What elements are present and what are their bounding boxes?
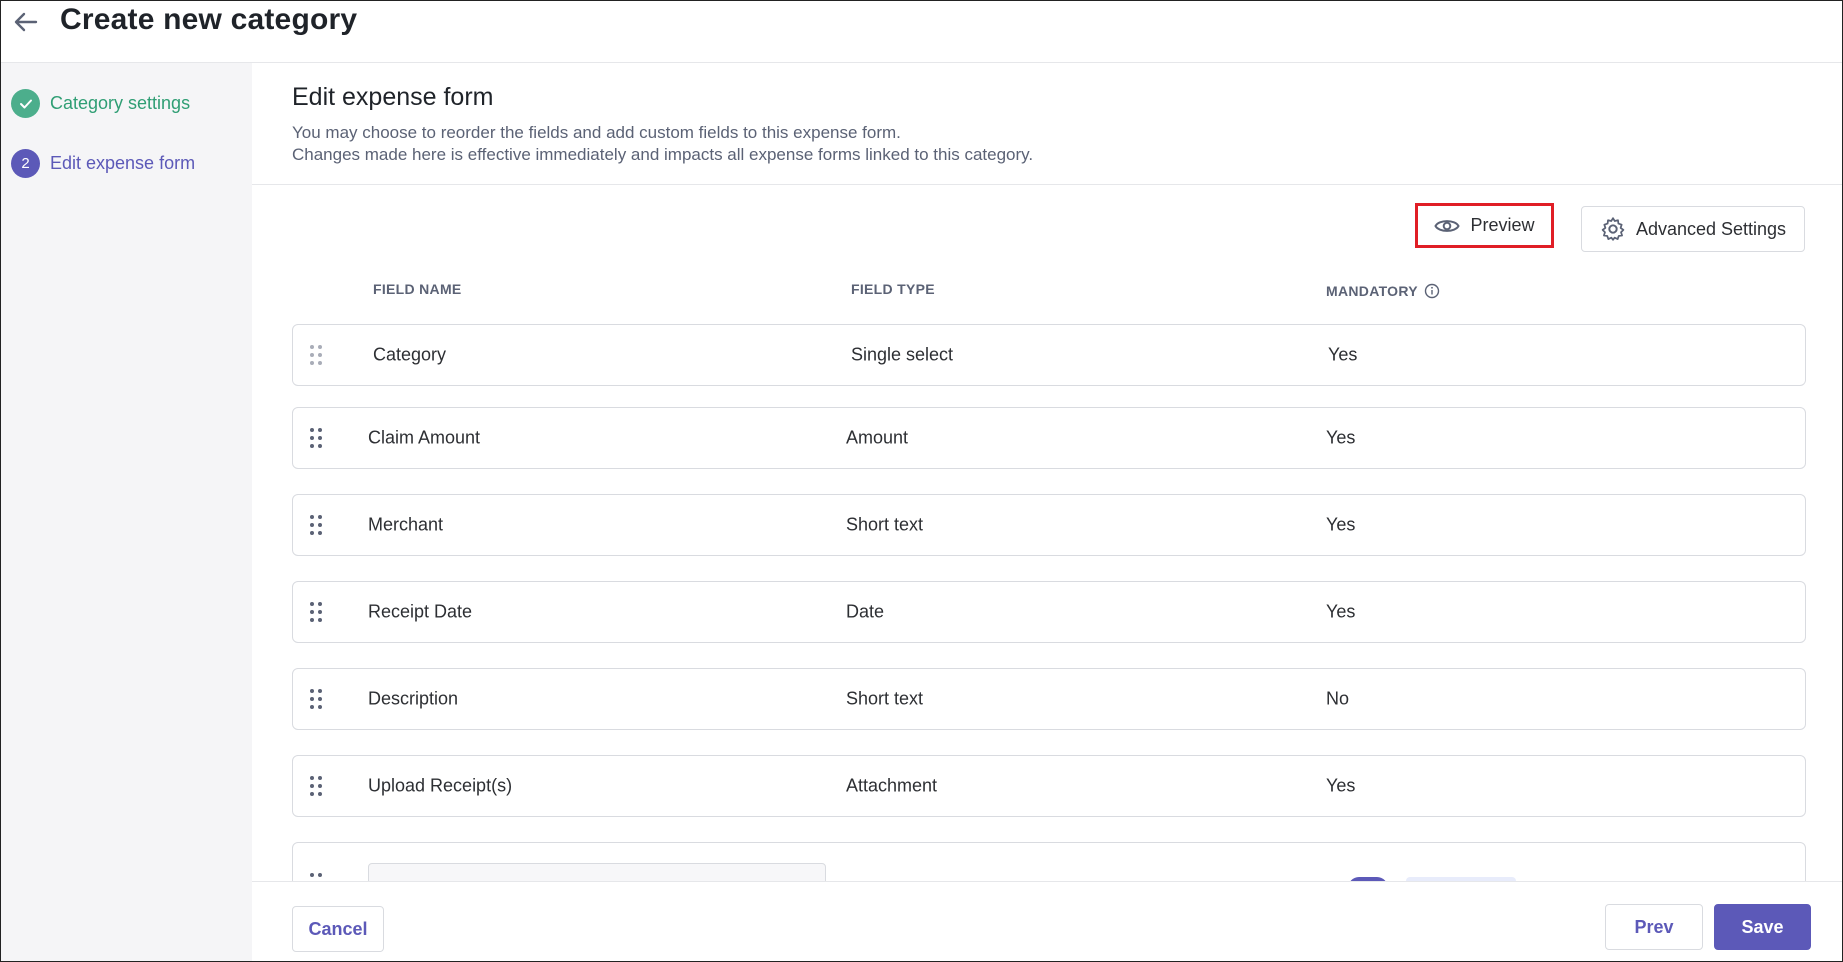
check-icon — [11, 89, 40, 118]
info-icon[interactable] — [1424, 283, 1440, 299]
column-header-mandatory: MANDATORY — [1326, 283, 1440, 299]
back-arrow-icon[interactable] — [13, 9, 39, 35]
field-type: Single select — [851, 344, 954, 365]
field-type: Amount — [846, 427, 909, 448]
prev-button[interactable]: Prev — [1605, 904, 1703, 950]
field-type: Date — [846, 601, 885, 622]
step-label: Category settings — [50, 93, 191, 113]
field-mandatory: Yes — [1326, 775, 1356, 796]
drag-handle-icon[interactable] — [309, 775, 323, 797]
gear-icon — [1601, 217, 1625, 241]
cancel-button[interactable]: Cancel — [292, 906, 384, 952]
form-header: Edit expense form You may choose to reor… — [252, 63, 1842, 185]
page-title: Create new category — [60, 3, 358, 36]
field-type: Short text — [846, 688, 924, 709]
stepper-sidebar: Category settings 2 Edit expense form — [1, 63, 252, 961]
mandatory-header-label: MANDATORY — [1326, 283, 1418, 299]
drag-handle-icon[interactable] — [309, 427, 323, 449]
main-content: Edit expense form You may choose to reor… — [252, 63, 1842, 961]
drag-handle-icon[interactable] — [309, 514, 323, 536]
preview-button[interactable]: Preview — [1415, 203, 1554, 248]
field-name: Claim Amount — [368, 427, 481, 448]
step-edit-expense-form[interactable]: 2 Edit expense form — [11, 149, 195, 178]
table-row[interactable]: Description Short text No — [292, 668, 1806, 730]
drag-handle-icon[interactable] — [309, 688, 323, 710]
table-row[interactable]: Claim Amount Amount Yes — [292, 407, 1806, 469]
field-mandatory: Yes — [1326, 601, 1356, 622]
description-line-2: Changes made here is effective immediate… — [292, 145, 1034, 164]
step-number-badge: 2 — [11, 149, 40, 178]
back-arrow-icon-svg — [14, 12, 38, 32]
section-title: Edit expense form — [292, 83, 494, 111]
table-row[interactable]: Merchant Short text Yes — [292, 494, 1806, 556]
column-header-field-type: FIELD TYPE — [851, 281, 935, 297]
eye-icon — [1434, 219, 1461, 232]
step-label: Edit expense form — [50, 153, 196, 173]
field-mandatory: Yes — [1326, 514, 1356, 535]
advanced-settings-button[interactable]: Advanced Settings — [1581, 206, 1805, 252]
table-row[interactable]: Upload Receipt(s) Attachment Yes — [292, 755, 1806, 817]
field-name: Merchant — [368, 514, 444, 535]
section-description: You may choose to reorder the fields and… — [292, 122, 1033, 166]
drag-handle-icon[interactable] — [309, 601, 323, 623]
field-name: Description — [368, 688, 459, 709]
page-header: Create new category — [1, 1, 1842, 63]
step-category-settings[interactable]: Category settings — [11, 89, 190, 118]
preview-label: Preview — [1470, 215, 1535, 235]
drag-handle-icon[interactable] — [309, 344, 323, 366]
save-button[interactable]: Save — [1714, 904, 1811, 950]
table-row: Category Single select Yes — [292, 324, 1806, 386]
column-header-field-name: FIELD NAME — [373, 281, 462, 297]
field-type: Attachment — [846, 775, 938, 796]
field-name: Category — [373, 344, 447, 365]
app-window: Create new category Category settings 2 … — [0, 0, 1843, 962]
field-mandatory: No — [1326, 688, 1350, 709]
field-name: Receipt Date — [368, 601, 473, 622]
field-type: Short text — [846, 514, 924, 535]
field-name: Upload Receipt(s) — [368, 775, 513, 796]
field-mandatory: Yes — [1328, 344, 1358, 365]
advanced-settings-label: Advanced Settings — [1635, 218, 1787, 239]
field-mandatory: Yes — [1326, 427, 1356, 448]
description-line-1: You may choose to reorder the fields and… — [292, 123, 901, 142]
table-row[interactable]: Receipt Date Date Yes — [292, 581, 1806, 643]
footer-actions: Cancel Prev Save — [252, 881, 1842, 961]
